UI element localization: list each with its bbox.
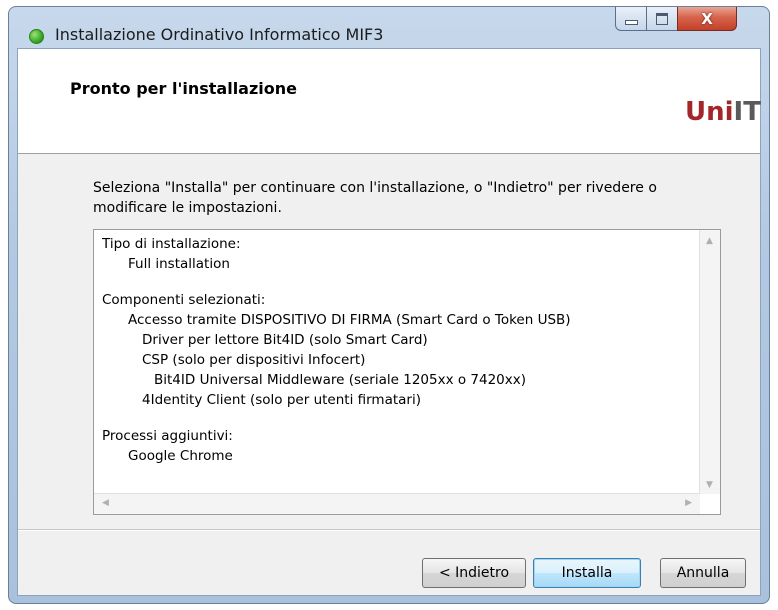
wizard-header: Pronto per l'installazione UniIT (18, 49, 761, 154)
install-button[interactable]: Installa (533, 558, 641, 588)
back-button[interactable]: < Indietro (422, 558, 526, 588)
maximize-button[interactable] (646, 7, 678, 31)
component-item: 4Identity Client (solo per utenti firmat… (142, 392, 421, 408)
unit-logo: UniIT (685, 97, 761, 127)
minimize-button[interactable] (615, 7, 647, 31)
minimize-icon (624, 20, 638, 25)
logo-uni: Uni (685, 97, 734, 127)
installer-window: Installazione Ordinativo Informatico MIF… (8, 6, 770, 604)
horizontal-scrollbar[interactable]: ◀ ▶ (94, 493, 700, 514)
intro-text: Seleziona "Installa" per continuare con … (93, 178, 693, 218)
scroll-down-icon[interactable]: ▼ (706, 480, 713, 490)
extra-processes-label: Processi aggiuntivi: (102, 428, 233, 444)
component-item: Driver per lettore Bit4ID (solo Smart Ca… (142, 332, 428, 348)
footer-divider (18, 529, 760, 531)
app-icon (29, 29, 44, 44)
window-title: Installazione Ordinativo Informatico MIF… (55, 25, 384, 44)
component-item: Accesso tramite DISPOSITIVO DI FIRMA (Sm… (128, 312, 571, 328)
install-type-value: Full installation (128, 256, 230, 272)
scroll-right-icon[interactable]: ▶ (685, 498, 692, 508)
extra-process-item: Google Chrome (128, 448, 233, 464)
vertical-scrollbar[interactable]: ▲ ▼ (699, 230, 720, 494)
summary-content: Tipo di installazione: Full installation… (102, 234, 696, 490)
components-label: Componenti selezionati: (102, 292, 266, 308)
scroll-left-icon[interactable]: ◀ (102, 498, 109, 508)
component-item: Bit4ID Universal Middleware (seriale 120… (154, 372, 527, 388)
cancel-button[interactable]: Annulla (660, 558, 746, 588)
maximize-icon (656, 12, 668, 25)
component-item: CSP (solo per dispositivi Infocert) (142, 352, 366, 368)
intro-line-1: Seleziona "Installa" per continuare con … (93, 180, 657, 196)
scroll-up-icon[interactable]: ▲ (706, 236, 713, 246)
page-title: Pronto per l'installazione (70, 79, 297, 98)
dialog-content: Pronto per l'installazione UniIT Selezio… (17, 48, 761, 596)
intro-line-2: modificare le impostazioni. (93, 200, 282, 216)
title-bar[interactable]: Installazione Ordinativo Informatico MIF… (9, 7, 769, 47)
close-icon: X (701, 9, 713, 28)
close-button[interactable]: X (677, 7, 737, 31)
summary-textbox[interactable]: Tipo di installazione: Full installation… (93, 229, 721, 515)
logo-it: IT (733, 97, 761, 127)
install-type-label: Tipo di installazione: (102, 236, 241, 252)
